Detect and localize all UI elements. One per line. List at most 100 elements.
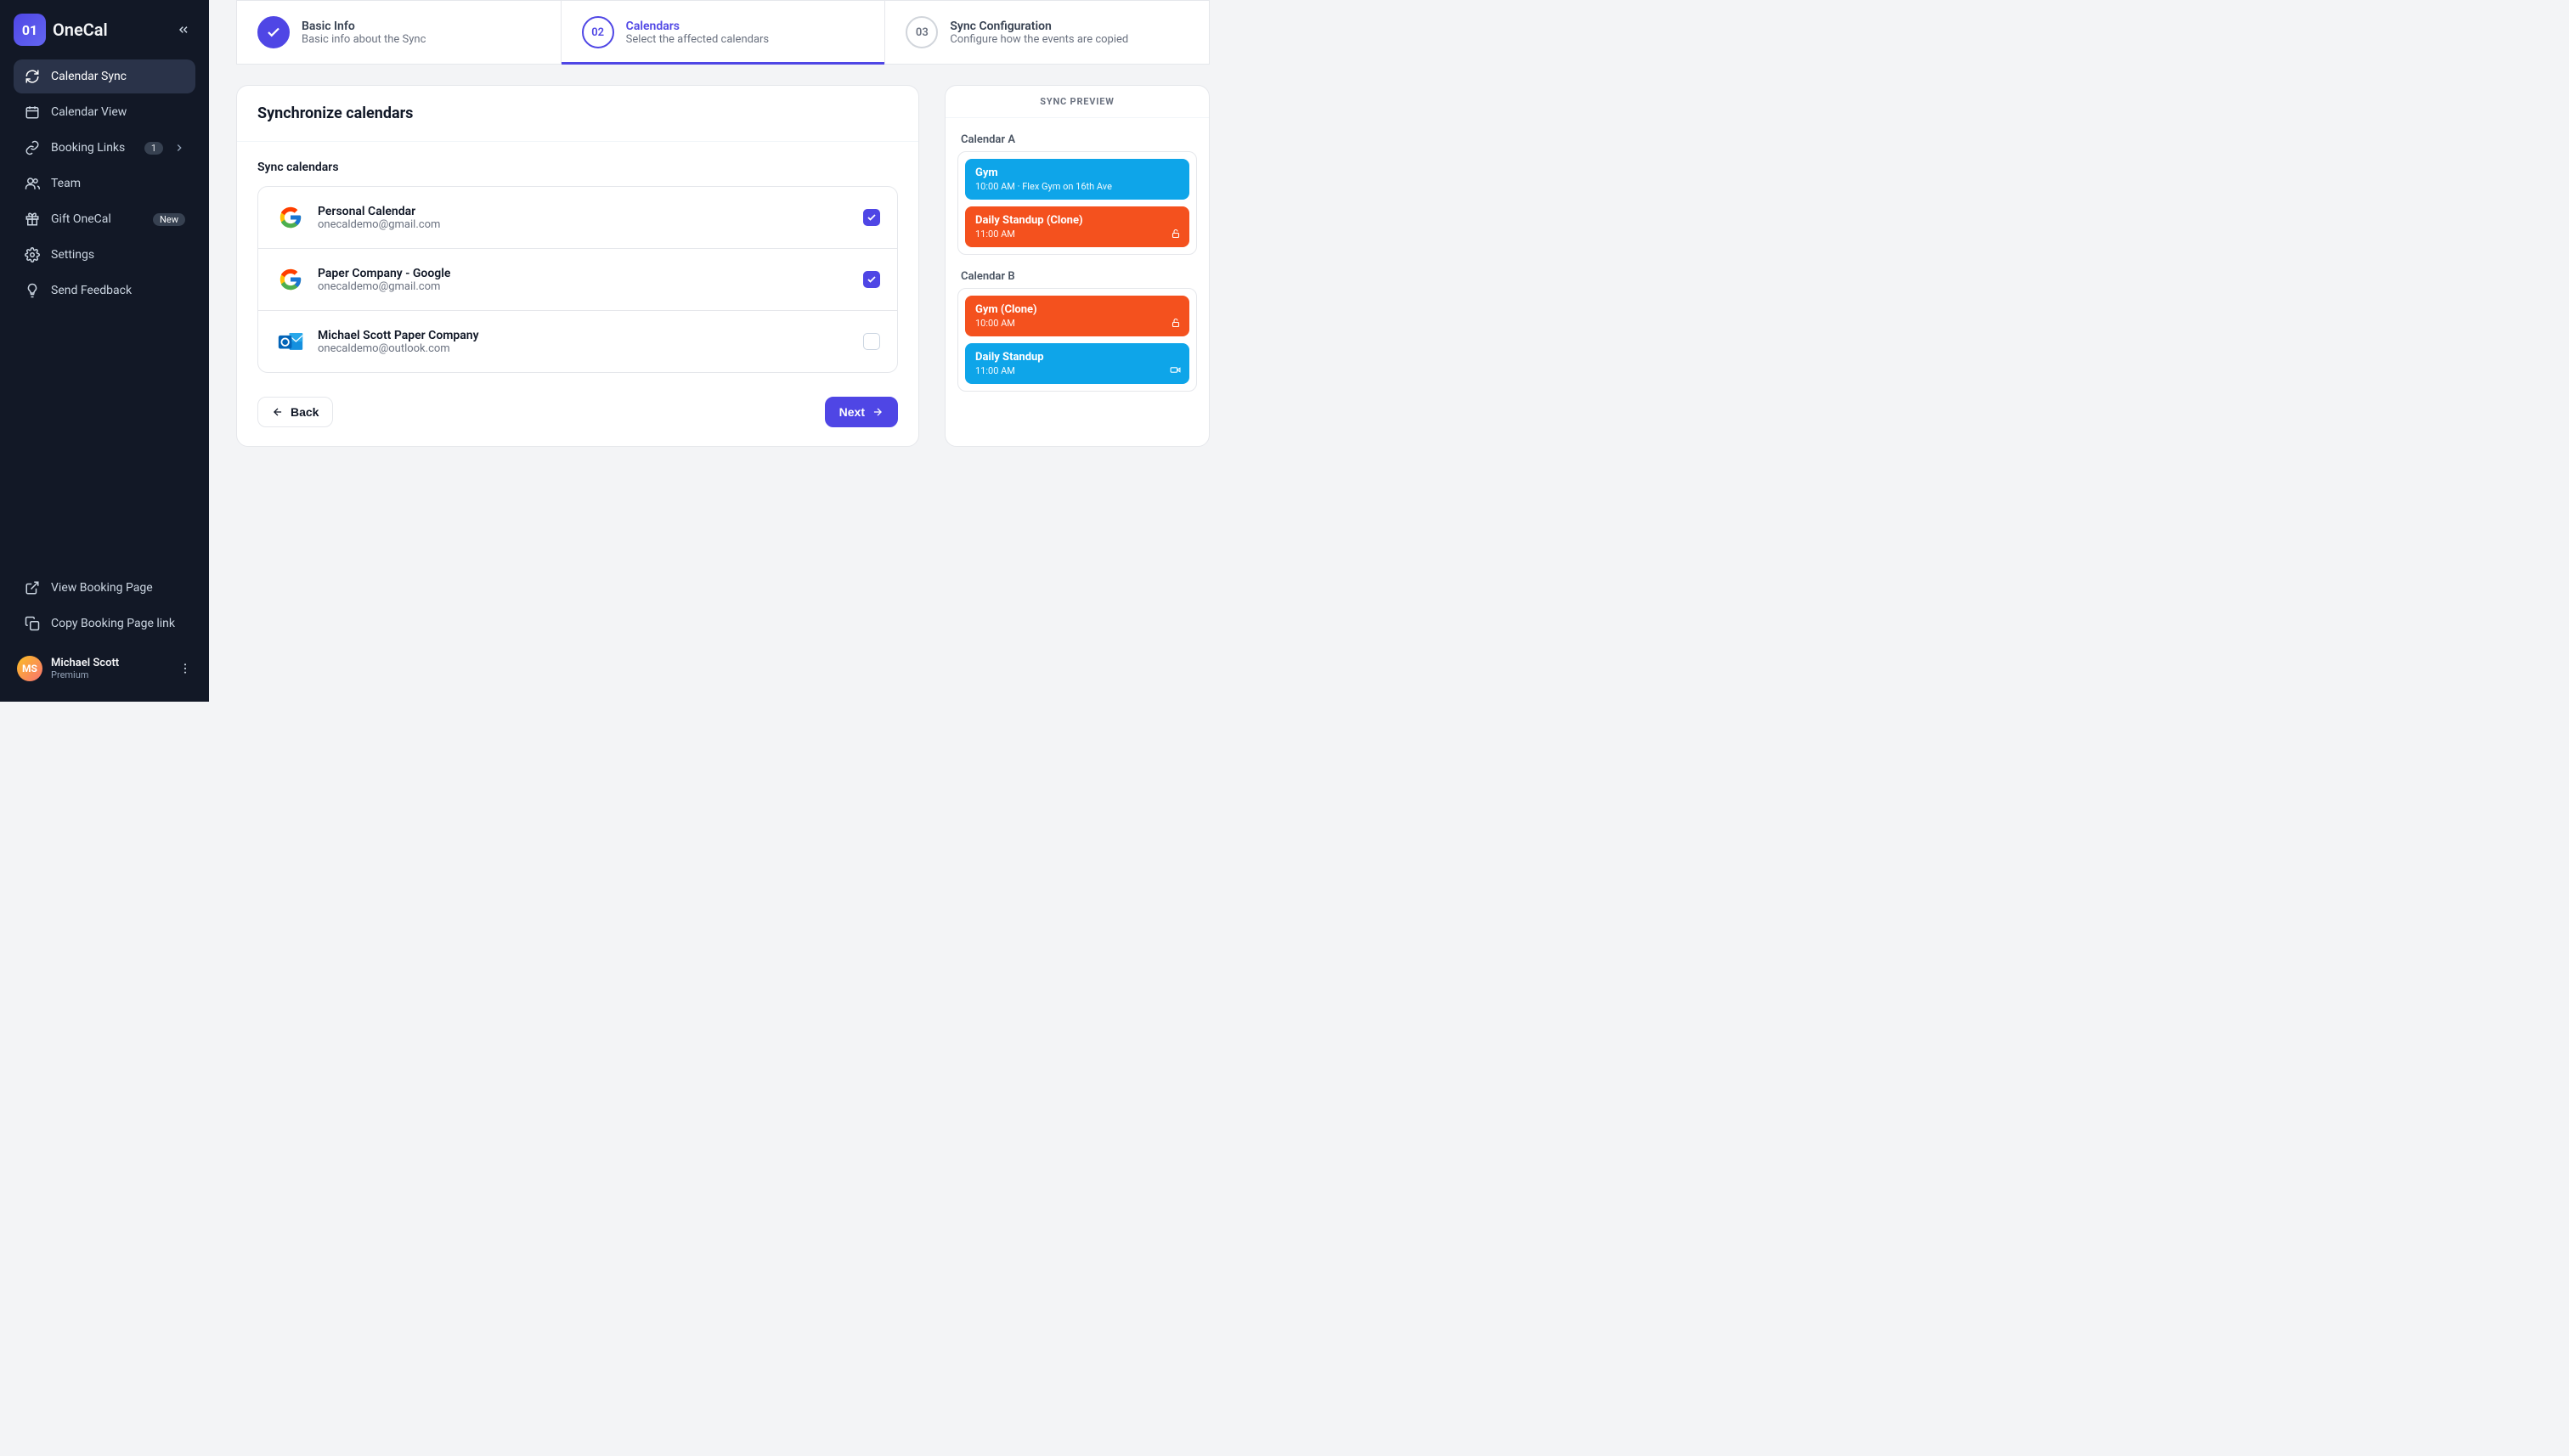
calendar-checkbox[interactable] — [863, 209, 880, 226]
calendar-name: Personal Calendar — [318, 205, 851, 218]
user-meta: Michael Scott Premium — [51, 657, 170, 680]
sidebar-item-label: Calendar View — [51, 105, 185, 119]
main: Basic Info Basic info about the Sync 02 … — [209, 0, 1237, 702]
section-label: Sync calendars — [257, 161, 898, 174]
lock-icon — [1171, 318, 1181, 328]
stepper: Basic Info Basic info about the Sync 02 … — [236, 0, 1210, 65]
calendar-icon — [24, 104, 41, 121]
new-badge: New — [153, 213, 185, 226]
step-indicator: 02 — [582, 16, 614, 48]
arrow-right-icon — [872, 406, 884, 418]
avatar[interactable]: MS — [17, 656, 42, 681]
calendar-row[interactable]: Personal Calendar onecaldemo@gmail.com — [258, 187, 897, 249]
step-title: Basic Info — [302, 20, 426, 33]
google-icon — [275, 264, 306, 295]
sidebar-item-label: Gift OneCal — [51, 212, 143, 226]
sidebar-footer-links: View Booking Page Copy Booking Page link — [7, 571, 202, 642]
calendar-list: Personal Calendar onecaldemo@gmail.com P… — [257, 186, 898, 373]
sidebar-user: MS Michael Scott Premium — [7, 649, 202, 688]
event-title: Daily Standup — [975, 351, 1179, 364]
next-button[interactable]: Next — [825, 397, 898, 427]
preview-group-label: Calendar A — [952, 127, 1202, 151]
check-icon — [867, 212, 877, 223]
sidebar-item-label: Copy Booking Page link — [51, 617, 185, 630]
brand-logo: 01 — [14, 14, 46, 46]
sidebar-item-label: Send Feedback — [51, 284, 185, 297]
step-sync-config[interactable]: 03 Sync Configuration Configure how the … — [885, 0, 1210, 65]
sidebar-item-gift[interactable]: Gift OneCal New — [14, 202, 195, 236]
step-subtitle: Basic info about the Sync — [302, 33, 426, 46]
chevron-right-icon — [173, 142, 185, 154]
user-name: Michael Scott — [51, 657, 170, 669]
step-subtitle: Select the affected calendars — [626, 33, 769, 46]
lock-icon — [1171, 229, 1181, 239]
sidebar-item-label: Booking Links — [51, 141, 134, 155]
back-button[interactable]: Back — [257, 397, 333, 427]
calendar-checkbox[interactable] — [863, 271, 880, 288]
calendar-meta: Paper Company - Google onecaldemo@gmail.… — [318, 267, 851, 293]
user-menu-button[interactable] — [178, 662, 192, 675]
arrow-left-icon — [272, 406, 284, 418]
kebab-icon — [178, 662, 192, 675]
gear-icon — [24, 246, 41, 263]
calendar-checkbox[interactable] — [863, 333, 880, 350]
sidebar-item-copy-booking[interactable]: Copy Booking Page link — [14, 607, 195, 641]
calendar-email: onecaldemo@gmail.com — [318, 280, 851, 293]
sidebar-header: 01 OneCal — [7, 14, 202, 53]
sidebar-item-calendar-sync[interactable]: Calendar Sync — [14, 59, 195, 93]
chevrons-left-icon — [177, 23, 190, 37]
brand[interactable]: 01 OneCal — [14, 14, 108, 46]
user-plan: Premium — [51, 669, 170, 680]
sidebar-item-calendar-view[interactable]: Calendar View — [14, 95, 195, 129]
calendar-row[interactable]: Michael Scott Paper Company onecaldemo@o… — [258, 311, 897, 372]
sidebar-collapse-button[interactable] — [172, 18, 195, 42]
sidebar-item-settings[interactable]: Settings — [14, 238, 195, 272]
panel-footer: Back Next — [237, 378, 918, 446]
google-icon — [275, 202, 306, 233]
preview-event: Gym (Clone) 10:00 AM — [965, 296, 1189, 336]
preview-event: Gym 10:00 AM · Flex Gym on 16th Ave — [965, 159, 1189, 200]
bulb-icon — [24, 282, 41, 299]
team-icon — [24, 175, 41, 192]
sidebar: 01 OneCal Calendar Sync Calendar View Bo… — [0, 0, 209, 702]
sidebar-item-booking-links[interactable]: Booking Links 1 — [14, 131, 195, 165]
preview-group-label: Calendar B — [952, 263, 1202, 288]
panel-body: Sync calendars Personal Calendar onecald… — [237, 142, 918, 378]
step-subtitle: Configure how the events are copied — [950, 33, 1128, 46]
sidebar-item-feedback[interactable]: Send Feedback — [14, 274, 195, 308]
event-subtitle: 10:00 AM — [975, 318, 1179, 329]
sync-icon — [24, 68, 41, 85]
calendar-meta: Michael Scott Paper Company onecaldemo@o… — [318, 329, 851, 355]
sidebar-item-team[interactable]: Team — [14, 166, 195, 200]
sidebar-item-view-booking[interactable]: View Booking Page — [14, 571, 195, 605]
step-indicator: 03 — [906, 16, 938, 48]
check-icon — [266, 25, 281, 40]
calendar-meta: Personal Calendar onecaldemo@gmail.com — [318, 205, 851, 231]
sidebar-item-label: View Booking Page — [51, 581, 185, 595]
step-basic-info[interactable]: Basic Info Basic info about the Sync — [236, 0, 562, 65]
event-subtitle: 10:00 AM · Flex Gym on 16th Ave — [975, 181, 1179, 192]
preview-event: Daily Standup (Clone) 11:00 AM — [965, 206, 1189, 247]
content-row: Synchronize calendars Sync calendars Per… — [236, 85, 1210, 447]
synchronize-panel: Synchronize calendars Sync calendars Per… — [236, 85, 919, 447]
preview-event: Daily Standup 11:00 AM — [965, 343, 1189, 384]
calendar-name: Paper Company - Google — [318, 267, 851, 280]
preview-group: Gym (Clone) 10:00 AM Daily Standup 11:00… — [957, 288, 1197, 392]
calendar-row[interactable]: Paper Company - Google onecaldemo@gmail.… — [258, 249, 897, 311]
back-label: Back — [291, 405, 319, 419]
outlook-icon — [275, 326, 306, 357]
sidebar-item-label: Team — [51, 177, 185, 190]
step-calendars[interactable]: 02 Calendars Select the affected calenda… — [562, 0, 886, 65]
external-link-icon — [24, 579, 41, 596]
preview-group: Gym 10:00 AM · Flex Gym on 16th Ave Dail… — [957, 151, 1197, 255]
sidebar-item-label: Settings — [51, 248, 185, 262]
sidebar-item-label: Calendar Sync — [51, 70, 185, 83]
event-title: Gym (Clone) — [975, 303, 1179, 316]
brand-name: OneCal — [53, 20, 108, 40]
copy-icon — [24, 615, 41, 632]
step-title: Sync Configuration — [950, 20, 1128, 33]
check-icon — [867, 274, 877, 285]
booking-links-badge: 1 — [144, 142, 163, 155]
panel-heading: Synchronize calendars — [257, 104, 898, 122]
preview-body: Calendar A Gym 10:00 AM · Flex Gym on 16… — [946, 118, 1209, 410]
